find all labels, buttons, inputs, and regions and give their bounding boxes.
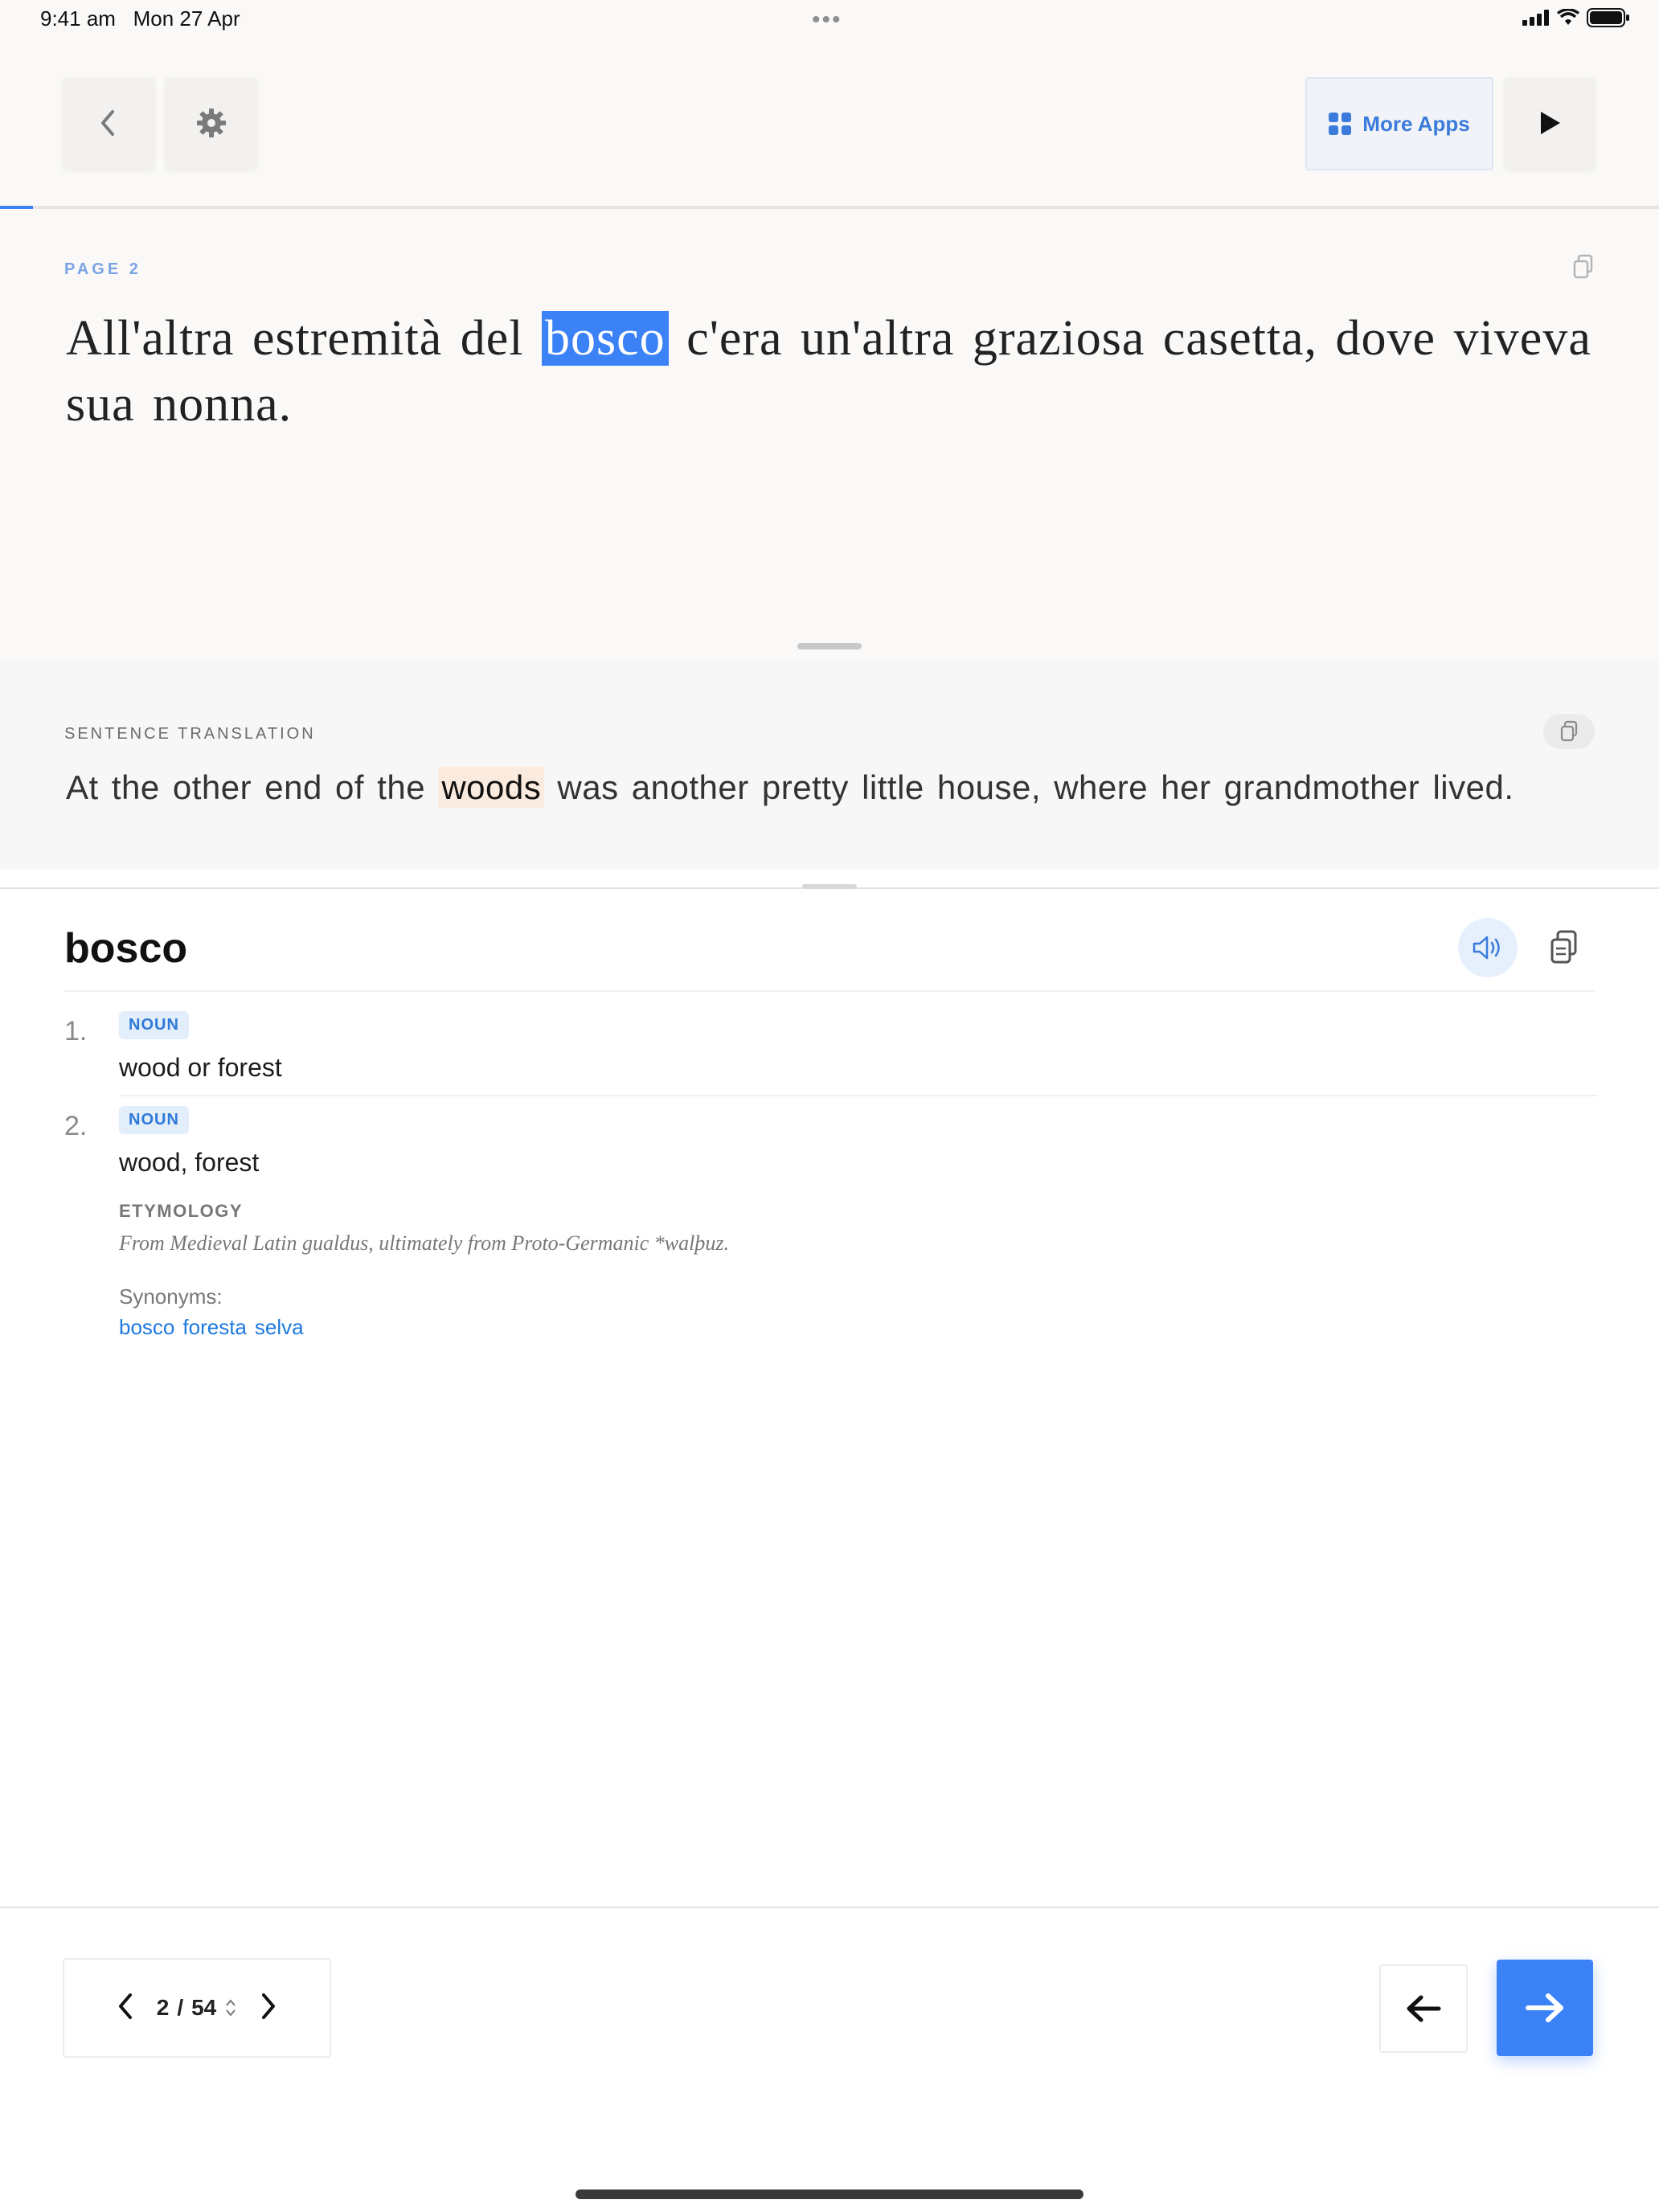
etymology-text: From Medieval Latin gualdus, ultimately … [119, 1231, 729, 1255]
next-sentence-button[interactable] [1497, 1960, 1593, 2056]
definition-text: wood or forest [119, 1053, 282, 1082]
play-button[interactable] [1505, 77, 1595, 169]
source-sentence[interactable]: All'altra estremità del bosco c'era un'a… [66, 305, 1593, 437]
translation-panel: SENTENCE TRANSLATION At the other end of… [0, 659, 1659, 870]
settings-button[interactable] [166, 77, 257, 169]
page-label: PAGE 2 [64, 260, 141, 278]
translation-after: was another pretty little house, where h… [544, 768, 1514, 806]
translation-before: At the other end of the [66, 768, 439, 806]
home-indicator[interactable] [576, 2189, 1083, 2199]
synonyms-list: bosco foresta selva [119, 1315, 304, 1340]
copy-translation-button[interactable] [1543, 714, 1595, 749]
selected-word[interactable]: bosco [542, 311, 669, 366]
synonym-link[interactable]: foresta [182, 1315, 247, 1340]
translation-highlighted-word: woods [438, 767, 545, 808]
signal-icon [1522, 10, 1549, 26]
more-apps-label: More Apps [1362, 111, 1470, 136]
pronounce-button[interactable] [1458, 918, 1518, 977]
copy-icon [1573, 254, 1593, 279]
wifi-icon [1556, 9, 1580, 25]
play-icon [1541, 112, 1560, 134]
status-bar: 9:41 am Mon 27 Apr ••• [0, 0, 1659, 39]
top-toolbar: More Apps [0, 39, 1659, 207]
copy-icon [1550, 930, 1577, 964]
more-apps-button[interactable]: More Apps [1305, 77, 1493, 170]
synonym-link[interactable]: bosco [119, 1315, 174, 1340]
copy-word-button[interactable] [1548, 929, 1580, 970]
arrow-left-icon [1407, 1995, 1441, 2022]
bottom-divider [0, 1907, 1659, 1908]
current-page: 2 [156, 1995, 170, 2020]
status-date: Mon 27 Apr [133, 6, 240, 31]
definition-text: wood, forest [119, 1148, 260, 1177]
chevron-left-icon [118, 1993, 132, 2019]
grid-icon [1329, 113, 1352, 135]
definition-number: 2. [64, 1111, 88, 1141]
definition-number: 1. [64, 1016, 88, 1047]
etymology-label: ETYMOLOGY [119, 1201, 244, 1221]
sort-icon [226, 1999, 236, 2017]
sentence-before[interactable]: All'altra estremità del [66, 311, 542, 366]
copy-sentence-button[interactable] [1572, 254, 1595, 284]
page-number-picker[interactable]: 2 / 54 [157, 1995, 238, 2021]
speaker-icon [1473, 936, 1500, 960]
part-of-speech-badge: NOUN [119, 1011, 189, 1039]
previous-sentence-button[interactable] [1379, 1964, 1468, 2053]
synonyms-label: Synonyms: [119, 1284, 223, 1309]
status-time: 9:41 am Mon 27 Apr [40, 6, 240, 31]
chevron-left-icon [101, 110, 114, 136]
dictionary-divider [64, 990, 1595, 992]
total-pages: 54 [191, 1995, 217, 2020]
dictionary-drag-handle[interactable] [802, 884, 857, 889]
page-selector: 2 / 54 [63, 1958, 331, 2058]
dictionary-word: bosco [64, 925, 188, 972]
panel-drag-handle[interactable] [797, 643, 862, 649]
battery-icon [1587, 8, 1629, 27]
translation-sentence: At the other end of the woods was anothe… [66, 767, 1514, 808]
next-page-button[interactable] [260, 1993, 277, 2024]
copy-icon [1560, 720, 1578, 742]
previous-page-button[interactable] [117, 1993, 134, 2024]
reading-panel: PAGE 2 All'altra estremità del bosco c'e… [0, 209, 1659, 659]
status-indicators [1522, 8, 1630, 27]
multitasking-dots[interactable]: ••• [812, 6, 842, 34]
synonym-link[interactable]: selva [255, 1315, 304, 1340]
part-of-speech-badge: NOUN [119, 1106, 189, 1134]
arrow-right-icon [1526, 1993, 1563, 2022]
back-button[interactable] [63, 77, 154, 169]
page-separator: / [177, 1995, 184, 2020]
chevron-right-icon [262, 1993, 276, 2019]
translation-label: SENTENCE TRANSLATION [64, 725, 316, 743]
definition-divider [119, 1095, 1598, 1096]
gear-icon [197, 109, 226, 137]
